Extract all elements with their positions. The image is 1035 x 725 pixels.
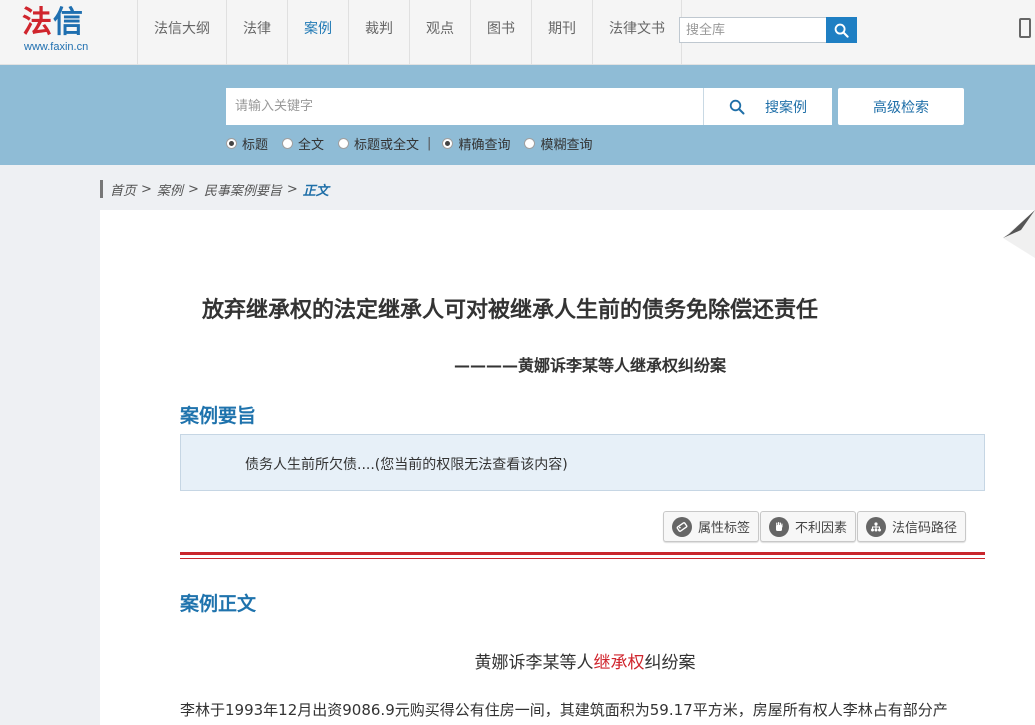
global-search [679, 17, 857, 43]
search-cases-button[interactable]: 搜案例 [703, 88, 832, 125]
nav-item-opinions[interactable]: 观点 [409, 0, 470, 65]
attribute-tags-button[interactable]: 属性标签 [663, 511, 760, 542]
hierarchy-icon [866, 516, 887, 537]
breadcrumb-separator: > [286, 181, 298, 197]
main-nav: 法信大纲 法律 案例 裁判 观点 图书 期刊 法律文书 [137, 0, 682, 65]
radio-fulltext[interactable] [282, 137, 294, 149]
logo-wordmark: 法信 [22, 6, 132, 40]
search-icon [729, 99, 745, 114]
case-body-title-highlight: 继承权 [593, 653, 645, 673]
case-body-title-start: 黄娜诉李某等人 [474, 653, 594, 673]
option-title-or-fulltext-label: 标题或全文 [354, 137, 420, 153]
radio-title[interactable] [226, 137, 237, 149]
option-fuzzy[interactable]: 模糊查询 [524, 134, 592, 153]
page-curl-corner[interactable] [1003, 210, 1035, 258]
breadcrumb-separator: > [187, 181, 199, 197]
unfavorable-factors-label: 不利因素 [795, 521, 848, 536]
hand-stop-icon [769, 516, 790, 537]
option-title-label: 标题 [242, 137, 269, 153]
search-cases-label: 搜案例 [765, 99, 807, 116]
breadcrumb-home[interactable]: 首页 [110, 180, 136, 199]
option-title[interactable]: 标题 [226, 134, 268, 153]
nav-item-law[interactable]: 法律 [226, 0, 287, 65]
article-title: 放弃继承权的法定继承人可对被继承人生前的债务免除偿还责任 [201, 298, 818, 323]
keyword-search-input[interactable] [226, 88, 703, 125]
breadcrumb-category[interactable]: 民事案例要旨 [204, 180, 282, 199]
option-fulltext-label: 全文 [298, 137, 325, 153]
section-divider-thin [180, 558, 985, 559]
option-fulltext[interactable]: 全文 [282, 134, 324, 153]
breadcrumb-current: 正文 [302, 183, 329, 199]
faxin-code-path-button[interactable]: 法信码路径 [857, 511, 967, 542]
option-exact[interactable]: 精确查询 [442, 134, 510, 153]
nav-item-outline[interactable]: 法信大纲 [137, 0, 226, 65]
faxin-logo[interactable]: 法信 www.faxin.cn [22, 6, 132, 58]
search-band: 搜案例 高级检索 标题 全文 标题或全文 | 精确查询 模糊查询 [0, 65, 1035, 165]
radio-title-or-fulltext[interactable] [338, 137, 350, 149]
case-body-title: 黄娜诉李某等人继承权纠纷案 [380, 648, 790, 673]
top-navbar: 法信 www.faxin.cn 法信大纲 法律 案例 裁判 观点 图书 期刊 法… [0, 0, 1035, 65]
tag-icon [672, 516, 692, 537]
case-gist-box: 债务人生前所欠债....(您当前的权限无法查看该内容) [180, 434, 985, 491]
global-search-button[interactable] [826, 17, 857, 43]
article-subtitle: ————黄娜诉李某等人继承权纠纷案 [453, 356, 726, 375]
nav-item-journals[interactable]: 期刊 [531, 0, 592, 65]
radio-exact[interactable] [442, 137, 454, 149]
logo-char-fa: 法 [22, 5, 53, 40]
mobile-phone-icon[interactable] [1019, 18, 1031, 38]
option-fuzzy-label: 模糊查询 [540, 137, 593, 153]
nav-item-books[interactable]: 图书 [470, 0, 531, 65]
option-title-or-fulltext[interactable]: 标题或全文 [338, 134, 419, 153]
nav-item-judgments[interactable]: 裁判 [348, 0, 409, 65]
case-gist-heading: 案例要旨 [180, 405, 257, 427]
unfavorable-factors-button[interactable]: 不利因素 [760, 511, 857, 542]
breadcrumb-cases[interactable]: 案例 [157, 180, 183, 199]
case-gist-text: 债务人生前所欠债....(您当前的权限无法查看该内容) [245, 457, 568, 473]
case-body-text: 李林于1993年12月出资9086.9元购买得公有住房一间，其建筑面积为59.1… [180, 701, 948, 719]
case-body-title-end: 纠纷案 [644, 653, 696, 673]
breadcrumb: 首页 > 案例 > 民事案例要旨 > 正文 [100, 180, 329, 199]
section-divider [180, 552, 985, 555]
logo-char-xin: 信 [53, 5, 84, 40]
breadcrumb-separator: > [141, 181, 152, 197]
faxin-code-path-label: 法信码路径 [892, 521, 958, 536]
option-exact-label: 精确查询 [458, 137, 511, 153]
attribute-tags-label: 属性标签 [698, 521, 751, 536]
advanced-search-button[interactable]: 高级检索 [838, 88, 964, 125]
search-options: 标题 全文 标题或全文 | 精确查询 模糊查询 [226, 134, 606, 153]
logo-url: www.faxin.cn [24, 41, 89, 53]
case-body-heading: 案例正文 [180, 593, 257, 615]
radio-fuzzy[interactable] [524, 137, 536, 149]
nav-item-cases[interactable]: 案例 [287, 0, 348, 65]
search-icon [834, 23, 849, 38]
tag-buttons: 属性标签 不利因素 法信码路径 [663, 511, 967, 542]
options-separator: | [427, 135, 432, 151]
global-search-input[interactable] [679, 17, 826, 43]
nav-item-legal-documents[interactable]: 法律文书 [592, 0, 682, 65]
